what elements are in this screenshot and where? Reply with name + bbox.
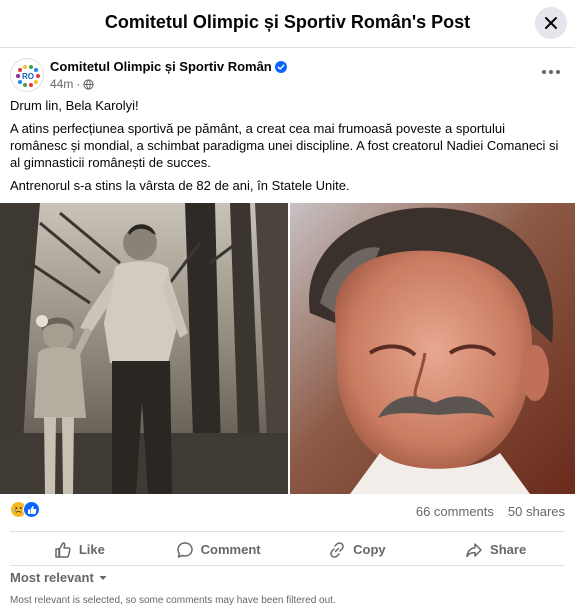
post-meta: 44m · [50,77,94,91]
comment-filter-dropdown[interactable]: Most relevant [10,570,108,585]
more-dot [556,70,560,74]
post-header: RO Comitetul Olimpic și Sportiv Român 44… [10,58,565,94]
comment-label: Comment [200,542,261,557]
actions-divider [10,565,565,566]
black-and-white-photo [0,203,288,494]
share-button[interactable]: Share [426,532,565,565]
thumbs-up-icon [27,505,36,514]
post-paragraph: A atins perfecțiunea sportivă pe pământ,… [10,121,559,170]
close-icon [545,17,557,29]
like-label: Like [78,542,105,557]
post-stats: 66 comments 50 shares [10,501,565,521]
more-options-button[interactable] [537,62,565,82]
meta-dot: · [76,77,81,91]
post-body: Drum lin, Bela Karolyi! A atins perfecți… [10,97,565,200]
reactions-summary[interactable] [10,501,40,518]
thumbs-up-icon [55,541,71,558]
like-button[interactable]: Like [10,532,149,565]
comment-filter-note: Most relevant is selected, so some comme… [10,595,336,606]
post-photos [0,203,575,494]
close-button[interactable] [535,7,567,39]
comment-bubble-icon [176,541,193,558]
cosr-logo-icon: RO [12,60,43,91]
post-time[interactable]: 44m [50,77,73,91]
share-arrow-icon [466,542,482,557]
comment-filter-label: Most relevant [10,570,94,585]
post-paragraph: Antrenorul s-a stins la vârsta de 82 de … [10,178,350,193]
comments-count[interactable]: 66 comments [416,504,494,519]
portrait-photo [290,203,575,494]
share-label: Share [490,542,527,557]
chevron-down-icon [99,575,107,580]
page-avatar[interactable]: RO [10,58,44,92]
globe-icon [83,78,94,90]
page-name-link[interactable]: Comitetul Olimpic și Sportiv Român [50,59,287,74]
photo-vintage-coach-with-child[interactable] [0,203,288,494]
comment-button[interactable]: Comment [149,532,288,565]
like-reaction-icon [23,501,40,518]
stats-counts: 66 comments 50 shares [416,504,565,519]
more-dot [549,70,553,74]
copy-label: Copy [353,542,386,557]
post-actions-bar: Like Comment Copy Share [10,531,565,565]
shares-count[interactable]: 50 shares [508,504,565,519]
svg-text:RO: RO [22,72,34,81]
page-name-text: Comitetul Olimpic și Sportiv Român [50,59,272,74]
copy-button[interactable]: Copy [288,532,427,565]
post-paragraph: Drum lin, Bela Karolyi! [10,98,139,113]
more-horizontal-icon [542,70,546,74]
photo-coach-portrait[interactable] [290,203,575,494]
dialog-header: Comitetul Olimpic și Sportiv Român's Pos… [0,0,575,48]
link-icon [330,541,344,558]
dialog-title: Comitetul Olimpic și Sportiv Român's Pos… [104,12,471,32]
verified-badge-icon [274,61,287,73]
